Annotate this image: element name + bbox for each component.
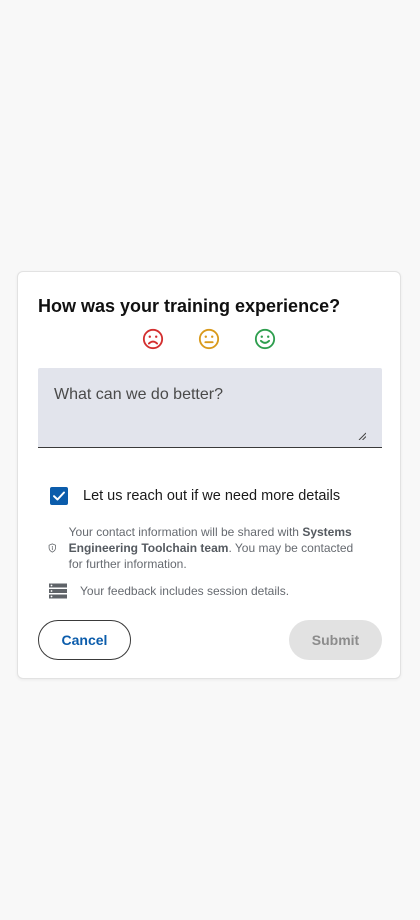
happy-face-icon[interactable] (254, 328, 276, 350)
contact-info-text-start: Your contact information will be shared … (68, 525, 303, 539)
contact-checkbox-label[interactable]: Let us reach out if we need more details (83, 488, 340, 504)
submit-button[interactable]: Submit (289, 620, 382, 660)
feedback-field (38, 368, 382, 448)
rating-group (142, 328, 276, 354)
shield-info-icon (48, 543, 56, 553)
neutral-face-icon[interactable] (198, 328, 220, 350)
feedback-textarea[interactable] (38, 368, 382, 447)
dialog-title: How was your training experience? (38, 296, 341, 316)
cancel-button[interactable]: Cancel (38, 620, 131, 660)
contact-opt-in[interactable]: Let us reach out if we need more details (50, 487, 340, 505)
feedback-dialog: How was your training experience? What c… (17, 271, 401, 679)
checkmark-icon (53, 491, 65, 501)
sad-face-icon[interactable] (142, 328, 164, 350)
resize-handle-icon[interactable] (358, 432, 366, 440)
contact-checkbox[interactable] (50, 487, 68, 505)
session-info: Your feedback includes session details. (48, 583, 289, 599)
session-info-text: Your feedback includes session details. (80, 584, 290, 598)
server-icon (49, 583, 67, 599)
contact-info-text: Your contact information will be shared … (69, 524, 368, 572)
contact-info: Your contact information will be shared … (48, 524, 368, 572)
